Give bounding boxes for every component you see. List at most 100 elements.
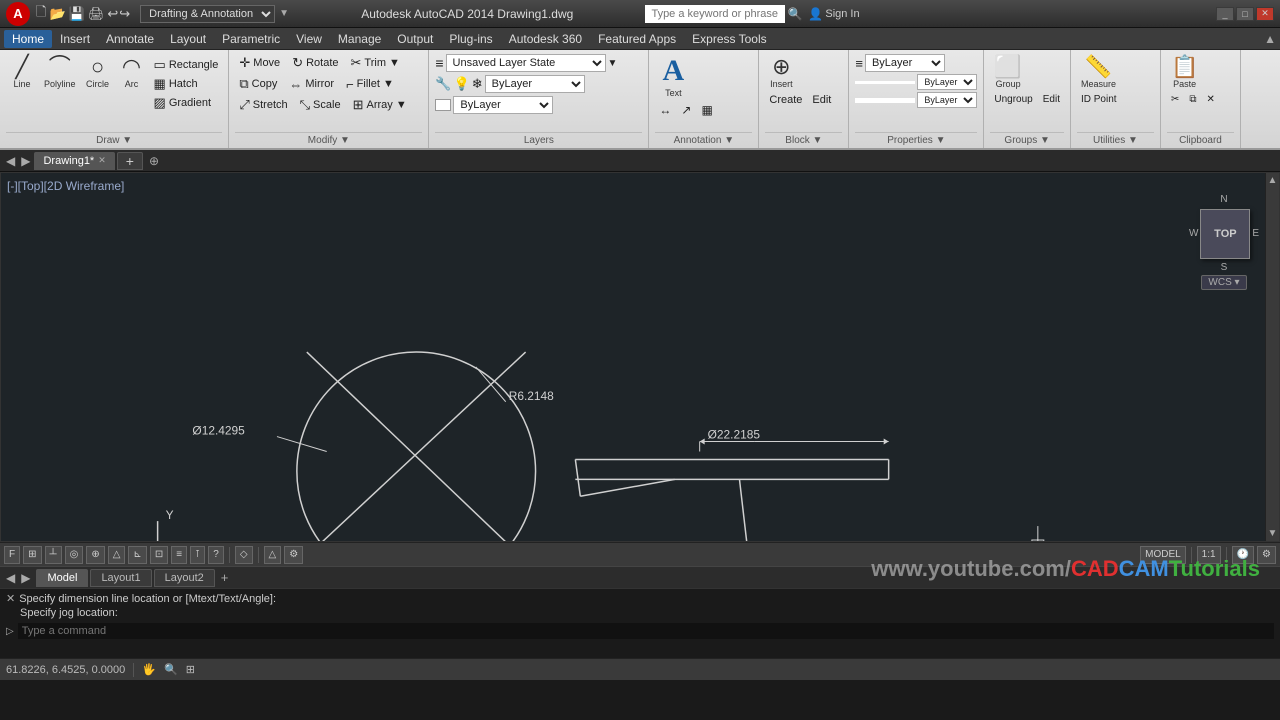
- modify-copy-button[interactable]: ⧉ Copy: [235, 75, 281, 93]
- workspace-dropdown[interactable]: Drafting & Annotation: [140, 5, 275, 23]
- wcs-button[interactable]: WCS ▾: [1201, 275, 1246, 290]
- qp-toggle[interactable]: ?: [208, 546, 224, 564]
- annotation-table-button[interactable]: ▦: [697, 102, 716, 118]
- menu-parametric[interactable]: Parametric: [214, 30, 288, 48]
- draw-expand-icon[interactable]: ▼: [122, 135, 132, 146]
- open-icon[interactable]: 📂: [49, 6, 65, 22]
- draw-line-button[interactable]: ╱ Line: [6, 54, 38, 91]
- layer-state-arrow[interactable]: ▼: [608, 58, 618, 69]
- snap-toggle[interactable]: F: [4, 546, 20, 564]
- draw-circle-button[interactable]: ○ Circle: [82, 54, 114, 91]
- menu-autodesk360[interactable]: Autodesk 360: [501, 30, 590, 48]
- document-tab-new[interactable]: +: [117, 152, 143, 170]
- zoom-icon[interactable]: 🔍: [164, 663, 178, 676]
- block-edit-button[interactable]: Edit: [808, 93, 835, 107]
- draw-rectangle-button[interactable]: ▭ Rectangle: [150, 56, 223, 74]
- modify-array-button[interactable]: ⊞ Array ▼: [349, 96, 411, 114]
- scroll-up-button[interactable]: ▲: [1268, 175, 1278, 186]
- tab-startdrawing-icon[interactable]: ⊕: [149, 154, 159, 168]
- tab-close-drawing1[interactable]: ✕: [98, 155, 106, 166]
- redo-icon[interactable]: ↪: [119, 6, 130, 22]
- modify-fillet-button[interactable]: ⌐ Fillet ▼: [342, 76, 398, 93]
- ribbon-toggle-icon[interactable]: ▲: [1264, 32, 1276, 46]
- undo-icon[interactable]: ↩: [107, 6, 118, 22]
- utilities-expand-icon[interactable]: ▼: [1128, 135, 1138, 146]
- search-icon[interactable]: 🔍: [787, 7, 802, 21]
- annotation-dim-button[interactable]: ↔: [655, 102, 675, 118]
- signin-label[interactable]: Sign In: [825, 8, 859, 20]
- scroll-down-button[interactable]: ▼: [1268, 528, 1278, 539]
- cmd-close-icon[interactable]: ✕: [6, 592, 15, 605]
- save-icon[interactable]: 💾: [69, 6, 85, 22]
- annotation-text-button[interactable]: A Text: [655, 54, 691, 100]
- tab-nav-prev[interactable]: ◀: [4, 152, 17, 170]
- tspace-toggle[interactable]: ⊺: [190, 546, 205, 564]
- search-input[interactable]: [645, 5, 785, 23]
- vertical-scrollbar[interactable]: ▲ ▼: [1265, 173, 1279, 541]
- annotation-expand-icon[interactable]: ▼: [724, 135, 734, 146]
- draw-hatch-button[interactable]: ▦ Hatch: [150, 75, 223, 93]
- menu-plugins[interactable]: Plug-ins: [441, 30, 500, 48]
- menu-featured-apps[interactable]: Featured Apps: [590, 30, 684, 48]
- utilities-more-button[interactable]: ID Point: [1077, 93, 1121, 106]
- close-clipboard-button[interactable]: ✕: [1203, 93, 1219, 106]
- modify-expand-icon[interactable]: ▼: [340, 135, 350, 146]
- ducs-toggle[interactable]: ⊾: [128, 546, 146, 564]
- menu-output[interactable]: Output: [389, 30, 441, 48]
- help-icon[interactable]: 👤: [808, 7, 823, 21]
- paste-button[interactable]: 📋 Paste: [1167, 54, 1202, 91]
- block-insert-button[interactable]: ⊕ Insert: [765, 54, 797, 91]
- block-create-button[interactable]: Create: [765, 93, 806, 107]
- workspace-icon[interactable]: ⚙: [284, 546, 303, 564]
- measure-button[interactable]: 📏 Measure: [1077, 54, 1120, 91]
- lweight-toggle[interactable]: ≡: [171, 546, 187, 564]
- viewports-icon[interactable]: ⊞: [186, 663, 195, 676]
- draw-arc-button[interactable]: ◠ Arc: [116, 54, 148, 91]
- ungroup-button[interactable]: Ungroup: [990, 93, 1036, 106]
- tab-nav-right[interactable]: ▶: [21, 571, 30, 585]
- new-icon[interactable]: 🗋: [36, 3, 46, 25]
- cut-button[interactable]: ✂: [1167, 93, 1183, 106]
- dropdown-arrow-icon[interactable]: ▼: [279, 8, 289, 19]
- minimize-button[interactable]: _: [1216, 7, 1234, 21]
- menu-layout[interactable]: Layout: [162, 30, 214, 48]
- menu-view[interactable]: View: [288, 30, 330, 48]
- lineweight-select[interactable]: ByLayer: [917, 92, 977, 108]
- modify-stretch-button[interactable]: ⤢ Stretch: [235, 96, 291, 114]
- layout-tab-layout2[interactable]: Layout2: [154, 569, 215, 587]
- tab-nav-left[interactable]: ◀: [6, 571, 15, 585]
- group-edit-button[interactable]: Edit: [1039, 93, 1064, 106]
- ortho-toggle[interactable]: ┴: [45, 546, 62, 564]
- block-expand-icon[interactable]: ▼: [813, 135, 823, 146]
- modify-mirror-button[interactable]: ⇔ Mirror: [285, 76, 338, 93]
- layout-add-icon[interactable]: +: [221, 570, 229, 585]
- color-bylayer-select[interactable]: ByLayer: [865, 54, 945, 72]
- properties-expand-icon[interactable]: ▼: [936, 135, 946, 146]
- osnap-toggle[interactable]: ⊕: [86, 546, 104, 564]
- draw-polyline-button[interactable]: ⌒ Polyline: [40, 54, 80, 91]
- annotation-leader-button[interactable]: ↗: [677, 102, 695, 118]
- document-tab-drawing1[interactable]: Drawing1* ✕: [34, 152, 114, 170]
- clipboard-copy-button[interactable]: ⧉: [1185, 93, 1200, 106]
- layer-state-select[interactable]: Unsaved Layer State: [446, 54, 606, 72]
- dyn-toggle[interactable]: ⊡: [150, 546, 168, 564]
- menu-manage[interactable]: Manage: [330, 30, 389, 48]
- layer-bylayer-select1[interactable]: ByLayer: [485, 75, 585, 93]
- menu-express-tools[interactable]: Express Tools: [684, 30, 774, 48]
- layer-bylayer-select2[interactable]: ByLayer: [453, 96, 553, 114]
- pan-icon[interactable]: 🖐: [142, 663, 156, 676]
- modify-move-button[interactable]: ✛ Move: [235, 54, 284, 72]
- command-input[interactable]: [18, 623, 1274, 639]
- match-props-icon[interactable]: ≡: [855, 56, 863, 71]
- draw-gradient-button[interactable]: ▨ Gradient: [150, 94, 223, 112]
- menu-annotate[interactable]: Annotate: [98, 30, 162, 48]
- modify-rotate-button[interactable]: ↻ Rotate: [288, 54, 342, 72]
- menu-home[interactable]: Home: [4, 30, 52, 48]
- isodraft-button[interactable]: ◇: [235, 546, 253, 564]
- viewport-label[interactable]: [-][Top][2D Wireframe]: [7, 179, 124, 193]
- close-button[interactable]: ✕: [1256, 7, 1274, 21]
- polar-toggle[interactable]: ◎: [65, 546, 84, 564]
- print-icon[interactable]: 🖨: [88, 6, 105, 22]
- viewport[interactable]: [-][Top][2D Wireframe] Ø12.4295 R6.2148: [0, 172, 1280, 542]
- modify-trim-button[interactable]: ✂ Trim ▼: [347, 54, 404, 72]
